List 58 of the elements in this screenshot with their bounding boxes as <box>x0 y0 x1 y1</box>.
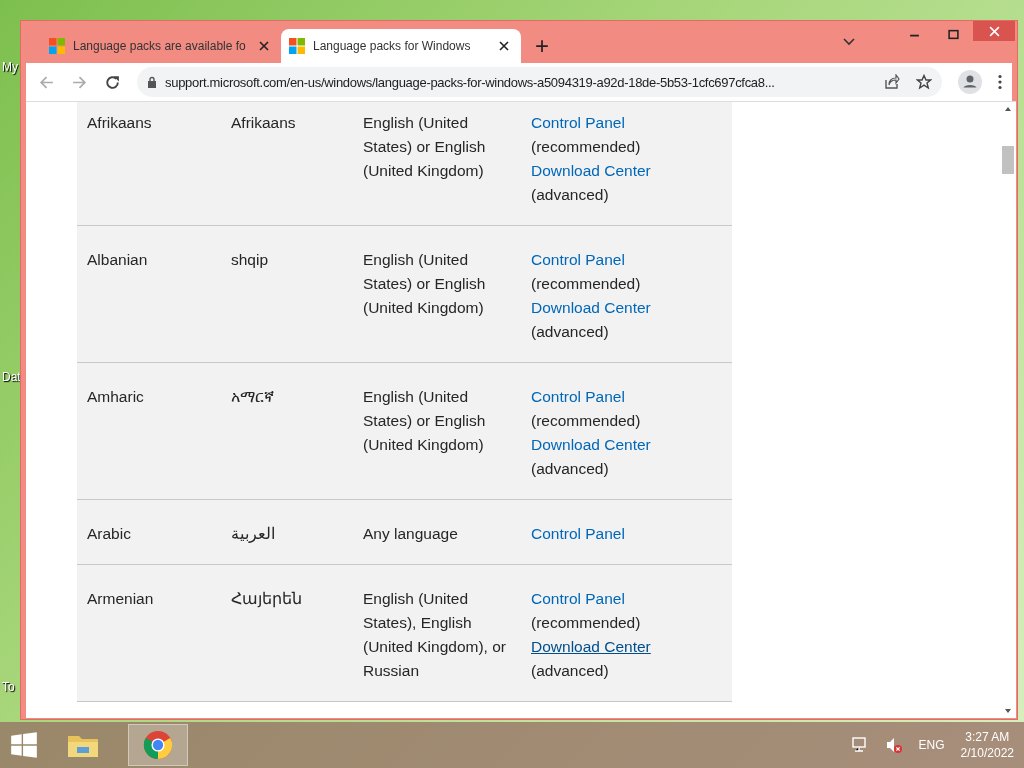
reload-icon[interactable] <box>104 73 121 91</box>
language-cell-text: Arabic <box>86 524 132 544</box>
clock-date[interactable]: 2/10/2022 <box>960 745 1014 761</box>
windows-logo-icon <box>49 38 65 54</box>
scrollbar-thumb[interactable] <box>1002 146 1014 174</box>
lock-icon <box>147 76 157 88</box>
language-cell-text: Amharic <box>86 387 145 407</box>
language-cell-text: Albanian <box>86 250 149 270</box>
note-text: (recommended) <box>531 614 641 631</box>
base-language-cell-text: English (United States) or English (United Kingdom) <box>363 113 487 181</box>
maximize-icon[interactable] <box>948 29 959 40</box>
note-text: (recommended) <box>531 275 641 292</box>
link[interactable]: Download Center <box>531 299 651 316</box>
native-name-cell-text: shqip <box>231 250 270 270</box>
base-language-cell-text: English (United States) or English (United Kingdom) <box>363 250 487 318</box>
native-name-cell-text: Afrikaans <box>231 113 297 133</box>
menu-icon[interactable] <box>998 74 1002 90</box>
windows-start-icon[interactable] <box>10 731 38 759</box>
link[interactable]: Control Panel <box>531 590 625 607</box>
link[interactable]: Download Center <box>531 162 651 179</box>
windows-logo-icon <box>289 38 305 54</box>
address-bar[interactable]: support.microsoft.com/en-us/windows/language-packs-for-windows-a5094319-a92d-18de-5b53-1cfc697cfca8... <box>137 67 942 97</box>
base-language-cell-text: Any language <box>363 524 459 544</box>
clock-time[interactable]: 3:27 AM <box>965 729 1010 745</box>
profile-icon[interactable] <box>958 70 982 94</box>
note-text: (recommended) <box>531 138 641 155</box>
note-text: (recommended) <box>531 412 641 429</box>
star-icon[interactable] <box>916 74 932 90</box>
link[interactable]: Control Panel <box>531 114 625 131</box>
chrome-icon[interactable] <box>128 724 188 766</box>
link[interactable]: Control Panel <box>531 525 625 542</box>
note-text: (advanced) <box>531 460 609 477</box>
language-cell-text: Armenian <box>86 589 155 609</box>
browser-tab[interactable]: Language packs for Windows <box>281 29 521 63</box>
language-cell-text: Afrikaans <box>86 113 153 133</box>
link[interactable]: Download Center <box>531 436 651 453</box>
close-window-button[interactable] <box>973 21 1015 41</box>
link[interactable]: Download Center <box>531 638 651 655</box>
note-text: (advanced) <box>531 662 609 679</box>
browser-tab[interactable]: Language packs are available fo <box>41 29 281 63</box>
chevron-down-icon[interactable] <box>843 38 855 46</box>
note-text: (advanced) <box>531 186 609 203</box>
note-text: (advanced) <box>531 323 609 340</box>
base-language-cell-text: English (United States) or English (United Kingdom) <box>363 387 487 455</box>
input-language-indicator[interactable]: ENG <box>918 738 945 752</box>
scroll-down-icon[interactable] <box>1004 708 1012 714</box>
base-language-cell-text: English (United States), English (United Kingdom), or Russian <box>363 589 507 681</box>
share-icon[interactable] <box>884 74 900 90</box>
close-icon[interactable] <box>499 41 509 51</box>
close-icon[interactable] <box>259 41 269 51</box>
native-name-cell-text: العربية <box>231 524 276 545</box>
native-name-cell-text: አማርኛ <box>231 387 275 407</box>
link[interactable]: Control Panel <box>531 251 625 268</box>
native-name-cell-text: Հայերեն <box>231 589 303 610</box>
new-tab-button[interactable]: + <box>529 29 555 63</box>
scroll-up-icon[interactable] <box>1004 106 1012 112</box>
link[interactable]: Control Panel <box>531 388 625 405</box>
speaker-muted-icon[interactable] <box>884 736 903 754</box>
